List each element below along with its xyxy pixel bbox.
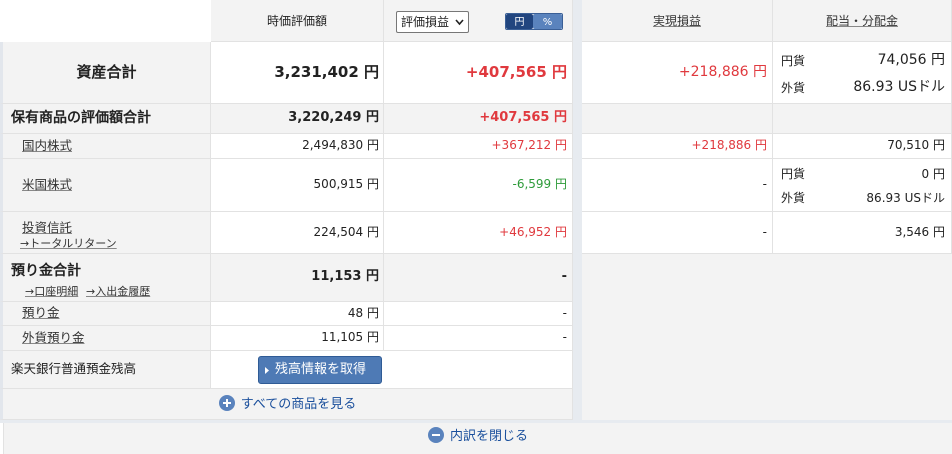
minus-circle-icon: [427, 427, 444, 443]
total-assets-value: 3,231,402 円: [211, 42, 384, 104]
us-stock-pl: -6,599 円: [384, 159, 573, 212]
toggle-percent[interactable]: %: [533, 14, 562, 29]
deposit-history-link[interactable]: →入出金履歴: [86, 283, 150, 299]
total-assets-label-text: 資産合計: [76, 63, 137, 81]
domestic-stock-realized: +218,886 円: [582, 134, 773, 159]
div-fx-label: 外貨: [781, 81, 806, 95]
us-div-yen-value: 0 円: [921, 167, 945, 181]
header-blank: [0, 0, 211, 42]
deposit-pl: -: [384, 302, 573, 326]
holdings-total-pl: +407,565 円: [384, 104, 573, 134]
investment-trust-link[interactable]: 投資信託: [22, 217, 72, 236]
right-blank-area: [582, 254, 952, 420]
row-deposit-label: 預り金: [0, 302, 211, 326]
domestic-stock-value: 2,494,830 円: [211, 134, 384, 159]
div-yen-value: 74,056 円: [877, 52, 945, 68]
chevron-down-icon: [455, 19, 464, 26]
us-div-fx-value: 86.93 USドル: [866, 191, 945, 205]
header-dividends: 配当・分配金: [773, 0, 952, 42]
total-assets-pl: +407,565 円: [384, 42, 573, 104]
see-all-products-label: すべての商品を見る: [240, 397, 357, 412]
us-stock-dividend: 円貨 0 円 外貨 86.93 USドル: [773, 159, 952, 212]
domestic-stock-link[interactable]: 国内株式: [22, 138, 72, 153]
column-separator: [573, 0, 582, 420]
header-market-value-label: 時価評価額: [266, 14, 327, 28]
div-yen-label: 円貨: [781, 54, 806, 68]
total-realized-pl: +218,886 円: [582, 42, 773, 104]
us-stock-realized: -: [582, 159, 773, 212]
bank-balance-cell: 残高情報を取得: [211, 351, 573, 389]
domestic-stock-dividend: 70,510 円: [773, 134, 952, 159]
see-all-products-bar[interactable]: すべての商品を見る: [0, 389, 573, 420]
investment-trust-value: 224,504 円: [211, 212, 384, 254]
investment-trust-dividend: 3,546 円: [773, 212, 952, 254]
pl-type-select-value: 評価損益: [401, 15, 450, 29]
holdings-realized-blank: [582, 104, 773, 134]
account-detail-link[interactable]: →口座明細: [25, 283, 78, 299]
total-assets-label: 資産合計: [0, 42, 211, 104]
fx-deposit-pl: -: [384, 326, 573, 351]
dividends-link[interactable]: 配当・分配金: [826, 14, 898, 28]
holdings-total-label: 保有商品の評価額合計: [0, 104, 211, 134]
us-stock-value: 500,915 円: [211, 159, 384, 212]
us-div-fx-label: 外貨: [781, 191, 806, 205]
total-return-link[interactable]: →トータルリターン: [20, 235, 117, 251]
deposit-value: 48 円: [211, 302, 384, 326]
holdings-total-value: 3,220,249 円: [211, 104, 384, 134]
header-realized: 実現損益: [582, 0, 773, 42]
header-market-value: 時価評価額: [211, 0, 384, 42]
close-details-label: 内訳を閉じる: [449, 429, 528, 444]
row-fx-deposit-label: 外貨預り金: [0, 326, 211, 351]
total-dividends: 円貨 74,056 円 外貨 86.93 USドル: [773, 42, 952, 104]
investment-trust-pl: +46,952 円: [384, 212, 573, 254]
investment-trust-realized: -: [582, 212, 773, 254]
deposits-total-value: 11,153 円: [211, 254, 384, 302]
get-balance-button[interactable]: 残高情報を取得: [258, 356, 382, 384]
unit-toggle[interactable]: 円 %: [505, 13, 563, 30]
row-domestic-stock-label: 国内株式: [0, 134, 211, 159]
bank-balance-label: 楽天銀行普通預金残高: [0, 351, 211, 389]
domestic-stock-pl: +367,212 円: [384, 134, 573, 159]
toggle-yen[interactable]: 円: [506, 14, 534, 29]
deposits-total-pl: -: [384, 254, 573, 302]
us-stock-link[interactable]: 米国株式: [22, 177, 72, 192]
deposits-total-label-cell: 預り金合計 →口座明細 →入出金履歴: [0, 254, 211, 302]
triangle-right-icon: [265, 367, 269, 374]
us-div-yen-label: 円貨: [781, 167, 806, 181]
row-investment-trust-label: 投資信託 →トータルリターン: [0, 212, 211, 254]
header-pl: 評価損益 円 %: [384, 0, 573, 42]
holdings-div-blank: [773, 104, 952, 134]
deposits-total-label: 預り金合計: [11, 263, 81, 279]
plus-circle-icon: [218, 395, 235, 411]
deposit-link[interactable]: 預り金: [22, 305, 60, 320]
div-fx-value: 86.93 USドル: [853, 79, 945, 95]
pl-type-select[interactable]: 評価損益: [396, 11, 469, 33]
get-balance-button-label: 残高情報を取得: [275, 362, 367, 377]
fx-deposit-link[interactable]: 外貨預り金: [22, 330, 85, 345]
realized-pl-link[interactable]: 実現損益: [653, 14, 701, 28]
row-us-stock-label: 米国株式: [0, 159, 211, 212]
close-details-bar[interactable]: 内訳を閉じる: [3, 423, 952, 454]
fx-deposit-value: 11,105 円: [211, 326, 384, 351]
